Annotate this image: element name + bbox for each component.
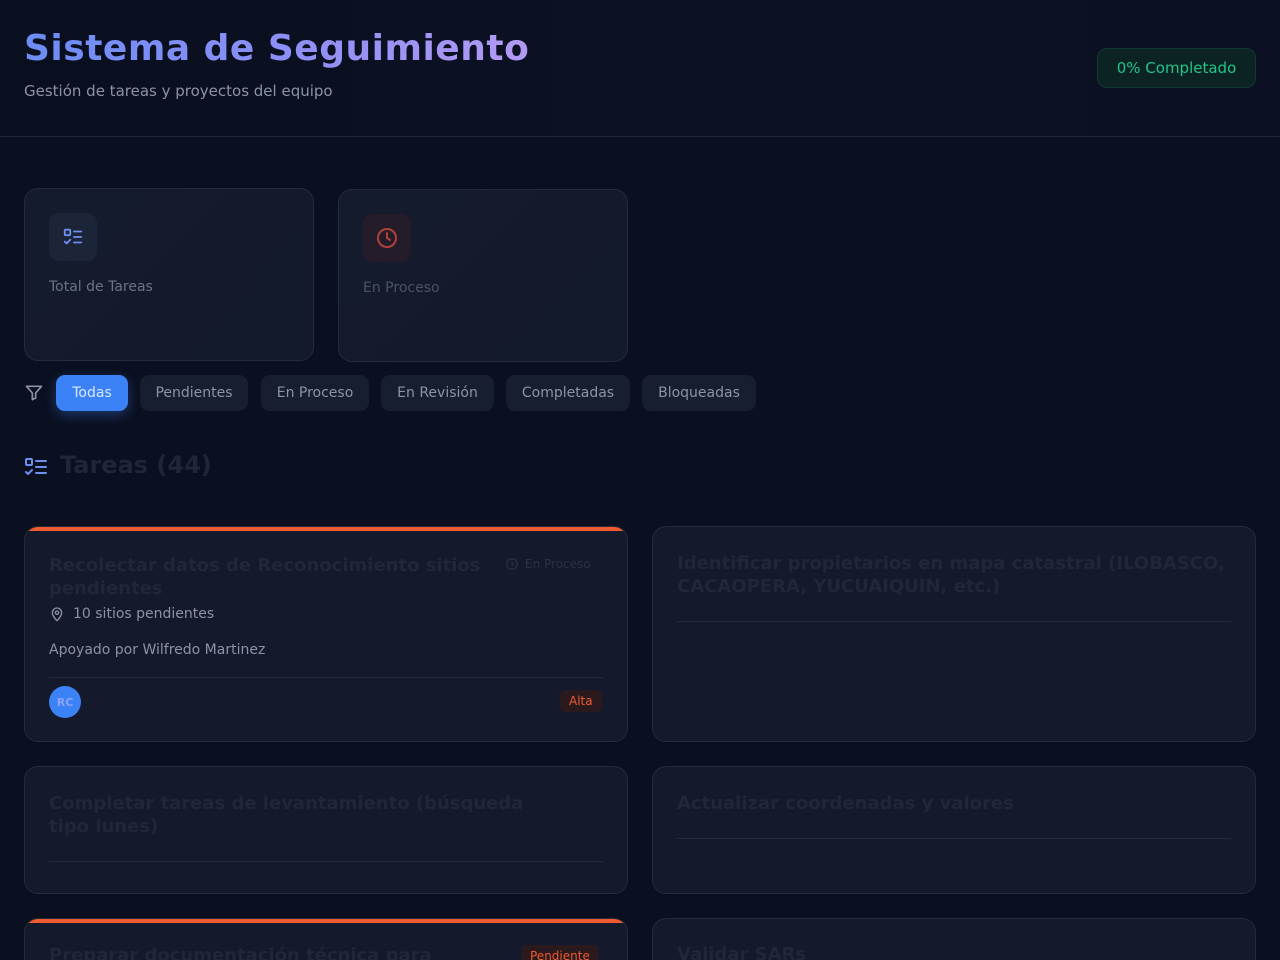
avatar[interactable]: RC bbox=[49, 686, 81, 718]
task-card[interactable]: Recolectar datos de Reconocimiento sitio… bbox=[24, 526, 628, 742]
task-title: Validar SARs bbox=[677, 944, 807, 960]
filter-chip-completadas[interactable]: Completadas bbox=[506, 375, 630, 411]
task-card[interactable]: Actualizar coordenadas y valores bbox=[652, 766, 1256, 894]
priority-bar bbox=[25, 919, 627, 923]
location-row: 10 sitios pendientes bbox=[49, 606, 214, 622]
task-card[interactable]: Preparar documentación técnica para Pend… bbox=[24, 918, 628, 960]
task-title: Preparar documentación técnica para bbox=[49, 945, 432, 960]
task-card[interactable]: Identificar propietarios en mapa catastr… bbox=[652, 526, 1256, 742]
clock-icon bbox=[363, 214, 411, 262]
divider bbox=[677, 621, 1231, 622]
priority-bar bbox=[25, 527, 627, 531]
app-title: Sistema de Seguimiento bbox=[24, 28, 530, 69]
clock-icon bbox=[506, 558, 518, 570]
task-card[interactable]: Completar tareas de levantamiento (búsqu… bbox=[24, 766, 628, 894]
divider bbox=[49, 861, 603, 862]
divider bbox=[677, 838, 1231, 839]
task-title: Recolectar datos de Reconocimiento sitio… bbox=[49, 555, 481, 599]
task-title: Actualizar coordenadas y valores bbox=[677, 793, 1014, 814]
filter-icon bbox=[25, 385, 43, 401]
filter-chip-todas[interactable]: Todas bbox=[56, 375, 128, 411]
status-badge: Pendiente bbox=[521, 945, 599, 960]
task-title: Completar tareas de levantamiento (búsqu… bbox=[49, 793, 524, 837]
status-badge: En Proceso bbox=[505, 557, 591, 571]
tasks-section-title: Tareas (44) bbox=[60, 451, 212, 479]
map-pin-icon bbox=[51, 607, 63, 622]
task-title: Identificar propietarios en mapa catastr… bbox=[677, 553, 1225, 597]
stat-label: Total de Tareas bbox=[49, 279, 153, 295]
location-text: 10 sitios pendientes bbox=[73, 606, 215, 622]
filter-chip-en-revision[interactable]: En Revisión bbox=[381, 375, 494, 411]
stat-card-in-progress: En Proceso bbox=[338, 189, 628, 362]
priority-badge: Alta bbox=[560, 690, 602, 712]
stat-label: En Proceso bbox=[363, 280, 440, 296]
task-card[interactable]: Validar SARs bbox=[652, 918, 1256, 960]
status-label: En Proceso bbox=[525, 557, 591, 571]
filter-chip-pendientes[interactable]: Pendientes bbox=[140, 375, 248, 411]
divider bbox=[49, 677, 603, 678]
task-list-icon bbox=[49, 213, 97, 261]
task-list-icon bbox=[25, 458, 47, 475]
support-text: Apoyado por Wilfredo Martinez bbox=[49, 642, 266, 658]
filter-chip-en-proceso[interactable]: En Proceso bbox=[261, 375, 369, 411]
app-header: Sistema de Seguimiento Gestión de tareas… bbox=[0, 0, 1280, 137]
progress-badge: 0% Completado bbox=[1097, 48, 1256, 88]
stat-card-total: Total de Tareas bbox=[24, 188, 314, 361]
filter-chip-bloqueadas[interactable]: Bloqueadas bbox=[642, 375, 756, 411]
app-subtitle: Gestión de tareas y proyectos del equipo bbox=[24, 82, 333, 100]
